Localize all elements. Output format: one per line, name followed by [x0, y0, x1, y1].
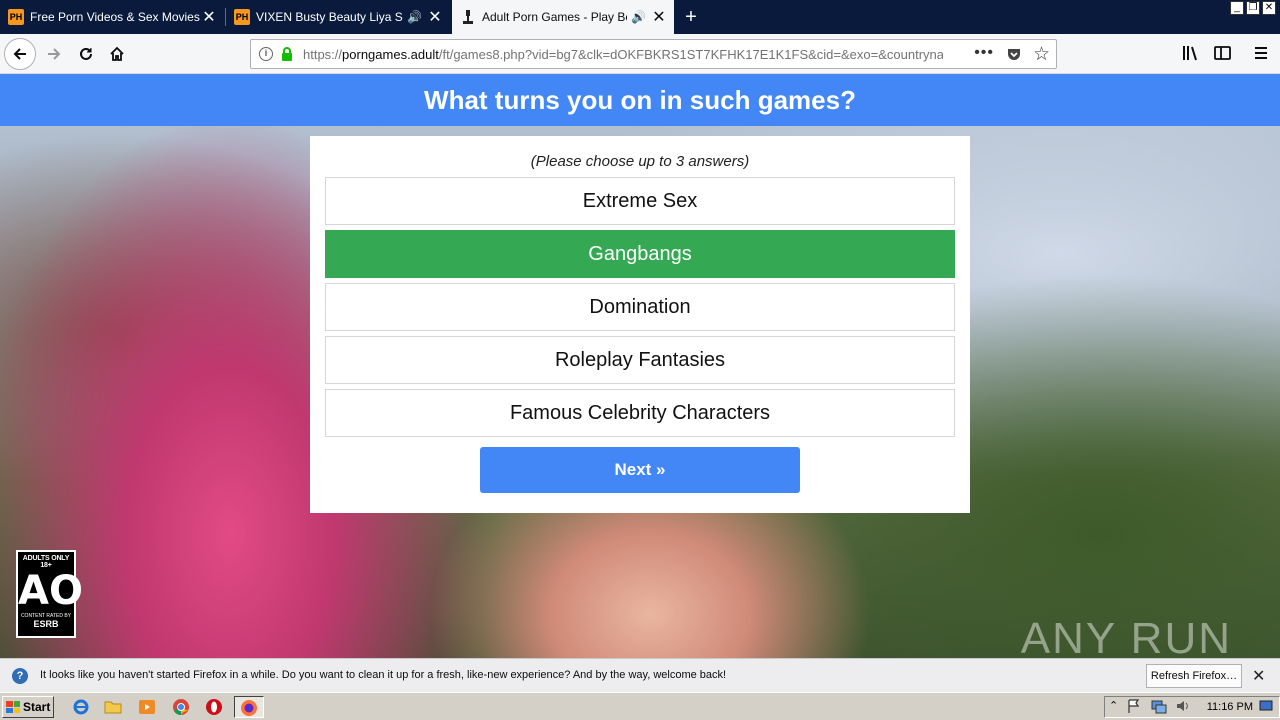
tab-title: VIXEN Busty Beauty Liya Silver [256, 10, 403, 24]
tab-title: Adult Porn Games - Play Before [482, 10, 627, 24]
close-tab-icon[interactable]: ✕ [202, 7, 216, 27]
page-actions-menu-icon[interactable]: ••• [974, 44, 994, 62]
clock[interactable]: 11:16 PM [1207, 701, 1253, 713]
firefox-icon [241, 700, 257, 716]
answer-hint: (Please choose up to 3 answers) [530, 153, 750, 170]
address-bar[interactable]: i https://porngames.adult/ft/games8.php?… [250, 39, 1057, 69]
close-tab-icon[interactable]: ✕ [652, 7, 666, 27]
back-arrow-icon [13, 48, 26, 60]
url-text[interactable]: https://porngames.adult/ft/games8.php?vi… [303, 47, 943, 62]
hamburger-menu-icon[interactable] [1254, 45, 1268, 66]
answer-extreme-sex[interactable]: Extreme Sex [325, 177, 955, 225]
answer-famous-celebrity-characters[interactable]: Famous Celebrity Characters [325, 389, 955, 437]
pocket-icon[interactable] [1006, 46, 1022, 67]
network-icon[interactable] [1151, 698, 1169, 716]
page-viewport: What turns you on in such games? (Please… [0, 74, 1280, 658]
notification-bar: ? It looks like you haven't started Fire… [0, 658, 1280, 692]
reload-icon [80, 47, 92, 60]
speaker-icon[interactable]: 🔊 [631, 10, 646, 24]
next-button[interactable]: Next » [480, 447, 800, 493]
answer-domination[interactable]: Domination [325, 283, 955, 331]
windows-logo-icon [6, 701, 20, 713]
anyrun-watermark: ANY RUN [1020, 614, 1232, 658]
quiz-card: (Please choose up to 3 answers) Extreme … [310, 136, 970, 513]
tab-free-porn-videos[interactable]: PH Free Porn Videos & Sex Movies - P ✕ [0, 0, 224, 34]
show-desktop-icon[interactable] [1259, 699, 1277, 717]
bookmark-star-icon[interactable]: ☆ [1033, 43, 1050, 66]
system-tray: ⌃ 11:16 PM [1104, 696, 1280, 718]
new-tab-button[interactable]: + [678, 4, 704, 30]
tab-title: Free Porn Videos & Sex Movies - P [30, 10, 202, 24]
answer-gangbangs[interactable]: Gangbangs [325, 230, 955, 278]
firefox-taskbar-button[interactable] [234, 696, 264, 718]
tab-strip: PH Free Porn Videos & Sex Movies - P ✕ P… [0, 0, 1280, 34]
show-hidden-icons-icon[interactable]: ⌃ [1109, 699, 1127, 717]
site-favicon: PH [234, 9, 250, 25]
tab-adult-porn-games[interactable]: Adult Porn Games - Play Before 🔊 ✕ [452, 0, 674, 34]
joystick-icon [460, 9, 476, 25]
library-icon[interactable] [1182, 45, 1200, 66]
notification-message: It looks like you haven't started Firefo… [40, 669, 727, 681]
forward-button[interactable] [38, 38, 70, 70]
restore-button[interactable]: ❐ [1246, 1, 1260, 15]
opera-icon[interactable] [205, 698, 223, 716]
sidebar-icon[interactable] [1214, 45, 1232, 66]
site-favicon: PH [8, 9, 24, 25]
answer-roleplay-fantasies[interactable]: Roleplay Fantasies [325, 336, 955, 384]
home-icon [110, 46, 124, 61]
reload-button[interactable] [70, 38, 102, 70]
folder-icon[interactable] [104, 698, 122, 716]
chrome-icon[interactable] [172, 698, 190, 716]
close-window-button[interactable]: ✕ [1262, 1, 1276, 15]
navigation-toolbar: i https://porngames.adult/ft/games8.php?… [0, 34, 1280, 74]
volume-icon[interactable] [1175, 698, 1193, 716]
tab-vixen[interactable]: PH VIXEN Busty Beauty Liya Silver 🔊 ✕ [226, 0, 450, 34]
back-button[interactable] [4, 38, 36, 70]
media-player-icon[interactable] [138, 698, 156, 716]
window-controls: _ ❐ ✕ [1230, 1, 1276, 15]
start-button[interactable]: Start [2, 696, 54, 718]
close-notification-icon[interactable]: ✕ [1252, 666, 1265, 686]
question-icon: ? [12, 668, 28, 684]
minimize-button[interactable]: _ [1230, 1, 1244, 15]
home-button[interactable] [101, 38, 133, 70]
forward-arrow-icon [48, 48, 61, 60]
info-icon[interactable]: i [259, 47, 273, 61]
windows-taskbar: Start ⌃ 11:16 PM [0, 692, 1280, 720]
speaker-icon[interactable]: 🔊 [407, 10, 422, 24]
internet-explorer-icon[interactable] [72, 698, 90, 716]
action-center-flag-icon[interactable] [1127, 698, 1145, 716]
close-tab-icon[interactable]: ✕ [428, 7, 442, 27]
refresh-firefox-button[interactable]: Refresh Firefox… [1146, 664, 1242, 688]
question-header: What turns you on in such games? [0, 74, 1280, 126]
lock-icon[interactable] [281, 47, 293, 66]
esrb-rating-badge: ADULTS ONLY 18+ AO CONTENT RATED BY ESRB [16, 550, 83, 638]
